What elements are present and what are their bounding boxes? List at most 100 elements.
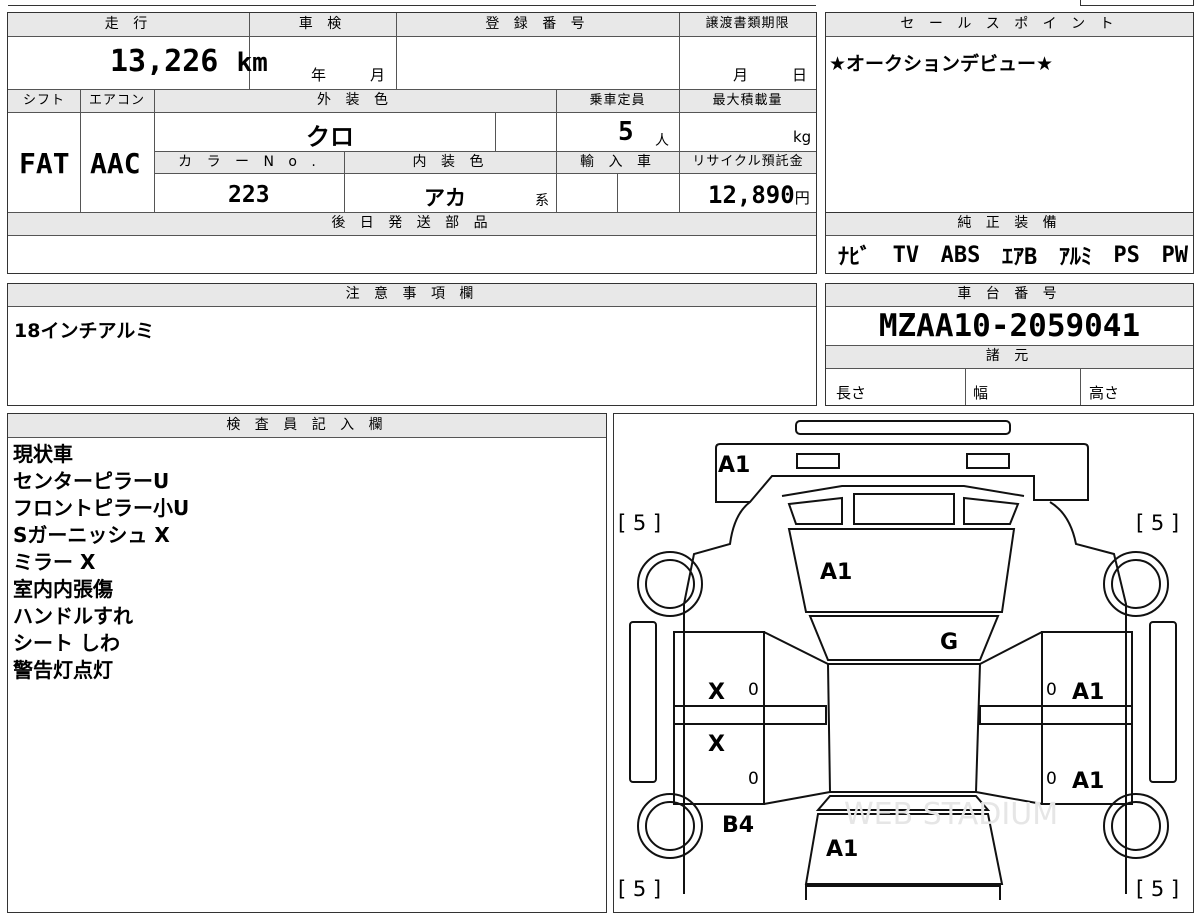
note-line: Sガーニッシュ X <box>13 523 170 547</box>
equipment-item: ｱﾙﾐ <box>1058 245 1092 270</box>
equipment-item: ｴｱB <box>1002 245 1038 270</box>
inspection-month: 月 <box>370 66 386 84</box>
right-rocker <box>1149 621 1177 783</box>
mileage-unit: km <box>236 48 268 78</box>
note-line: センターピラーU <box>13 469 170 493</box>
front-grille-bar <box>795 420 1011 435</box>
max-load-unit: kg <box>793 128 812 146</box>
equipment-item: TV <box>892 242 920 268</box>
mark-front-bumper: A1 <box>718 453 750 478</box>
mark-front-left-door: X <box>708 680 725 705</box>
later-parts-label: 後 日 発 送 部 品 <box>8 213 816 236</box>
equipment-item: PS <box>1113 242 1140 268</box>
shift-label: シフト <box>8 90 80 113</box>
inspection-label: 車 検 <box>249 13 396 37</box>
ac-value: AAC <box>90 147 141 180</box>
caution-text: 18インチアルミ <box>14 320 155 342</box>
transfer-day: 日 <box>792 66 808 84</box>
note-line: ハンドルすれ <box>13 604 133 628</box>
handle-right-rear: 0 <box>1046 769 1057 789</box>
interior-color-unit: 系 <box>535 193 549 209</box>
recycle-deposit-unit: 円 <box>794 189 810 207</box>
registration-label: 登 録 番 号 <box>396 13 679 37</box>
handle-left-front: 0 <box>748 680 759 700</box>
specs-label: 諸 元 <box>826 346 1193 369</box>
color-no-label: カ ラ ー N o . <box>155 152 344 174</box>
tire-front-right: [ 5 ] <box>1136 511 1179 535</box>
grille-center <box>853 493 955 525</box>
tire-front-left: [ 5 ] <box>618 511 661 535</box>
capacity-label: 乗車定員 <box>556 90 679 113</box>
transfer-deadline-label: 譲渡書類期限 <box>679 13 816 37</box>
tire-rear-right: [ 5 ] <box>1136 877 1179 900</box>
exterior-color-label: 外 装 色 <box>154 90 556 113</box>
note-line: 警告灯点灯 <box>13 658 113 682</box>
exterior-color-value: クロ <box>306 123 354 151</box>
handle-right-front: 0 <box>1046 680 1057 700</box>
car-diagram: WEB STADIUM A1 A1 G X X A1 A1 B4 A1 [ 5 … <box>618 420 1179 900</box>
windshield <box>808 615 1000 661</box>
caution-label: 注 意 事 項 欄 <box>8 284 816 307</box>
equipment-item: PW <box>1161 242 1189 268</box>
left-rocker <box>629 621 657 783</box>
chassis-label: 車 台 番 号 <box>826 284 1193 307</box>
mark-front-right-door: A1 <box>1072 680 1104 705</box>
capacity-value: 5 <box>618 117 634 147</box>
front-right-door <box>1041 631 1133 725</box>
wheel-front-left <box>637 551 703 617</box>
front-left-door <box>673 631 765 725</box>
capacity-unit: 人 <box>655 133 669 149</box>
sales-point-label: セ ー ル ス ポ イ ン ト <box>826 13 1193 37</box>
mark-rear-right-door: A1 <box>1072 769 1104 794</box>
watermark: WEB STADIUM <box>844 797 1058 832</box>
note-line: 室内内張傷 <box>13 577 113 601</box>
wheel-rear-left <box>637 793 703 859</box>
note-line: フロントピラー小U <box>13 496 190 520</box>
handle-left-rear: 0 <box>748 769 759 789</box>
note-line: ミラー X <box>13 550 96 574</box>
fog-left <box>787 496 843 525</box>
ac-label: エアコン <box>80 90 154 113</box>
top-strip-right <box>1080 0 1194 6</box>
headlight-right <box>966 453 1010 469</box>
equipment-list: ﾅﾋﾞ TV ABS ｴｱB ｱﾙﾐ PS PW <box>838 240 1189 271</box>
inspector-label: 検 査 員 記 入 欄 <box>8 414 606 438</box>
equipment-item: ﾅﾋﾞ <box>838 245 872 270</box>
color-no-value: 223 <box>228 182 270 208</box>
length-label: 長さ <box>836 384 867 402</box>
equipment-item: ABS <box>940 242 981 268</box>
width-label: 幅 <box>973 384 989 402</box>
note-line: 現状車 <box>13 442 73 466</box>
sales-point-text: ★オークションデビュー★ <box>829 53 1054 75</box>
mark-rear-left-fender: B4 <box>722 813 754 838</box>
recycle-deposit-label: リサイクル預託金 <box>680 152 816 174</box>
headlight-left <box>796 453 840 469</box>
right-sill <box>979 705 1133 725</box>
height-label: 高さ <box>1089 384 1120 402</box>
max-load-label: 最大積載量 <box>679 90 816 113</box>
note-line: シート しわ <box>13 631 120 655</box>
left-sill <box>673 705 827 725</box>
import-label: 輸 入 車 <box>557 152 679 174</box>
shift-value: FAT <box>19 147 70 180</box>
transfer-month: 月 <box>733 66 749 84</box>
mark-rear-left-door: X <box>708 732 725 757</box>
inspection-year: 年 <box>311 66 327 84</box>
top-strip <box>8 0 816 6</box>
equipment-label: 純 正 装 備 <box>826 213 1193 236</box>
mileage-value: 13,226 km <box>110 44 268 79</box>
recycle-deposit-value: 12,890円 <box>708 181 810 209</box>
mileage-label: 走 行 <box>8 13 249 37</box>
mark-trunk: A1 <box>826 837 858 862</box>
wheel-front-right <box>1103 551 1169 617</box>
roof <box>826 663 982 793</box>
wheel-rear-right <box>1103 793 1169 859</box>
mark-roof: G <box>940 630 958 655</box>
inspector-notes: 現状車 センターピラーU フロントピラー小U Sガーニッシュ X ミラー X 室… <box>13 441 189 684</box>
chassis-number: MZAA10-2059041 <box>878 308 1141 344</box>
rear-bumper <box>805 885 1001 900</box>
interior-color-label: 内 装 色 <box>345 152 556 174</box>
fog-right <box>963 496 1020 525</box>
sales-point-box <box>825 12 1194 213</box>
mark-hood: A1 <box>820 560 852 585</box>
